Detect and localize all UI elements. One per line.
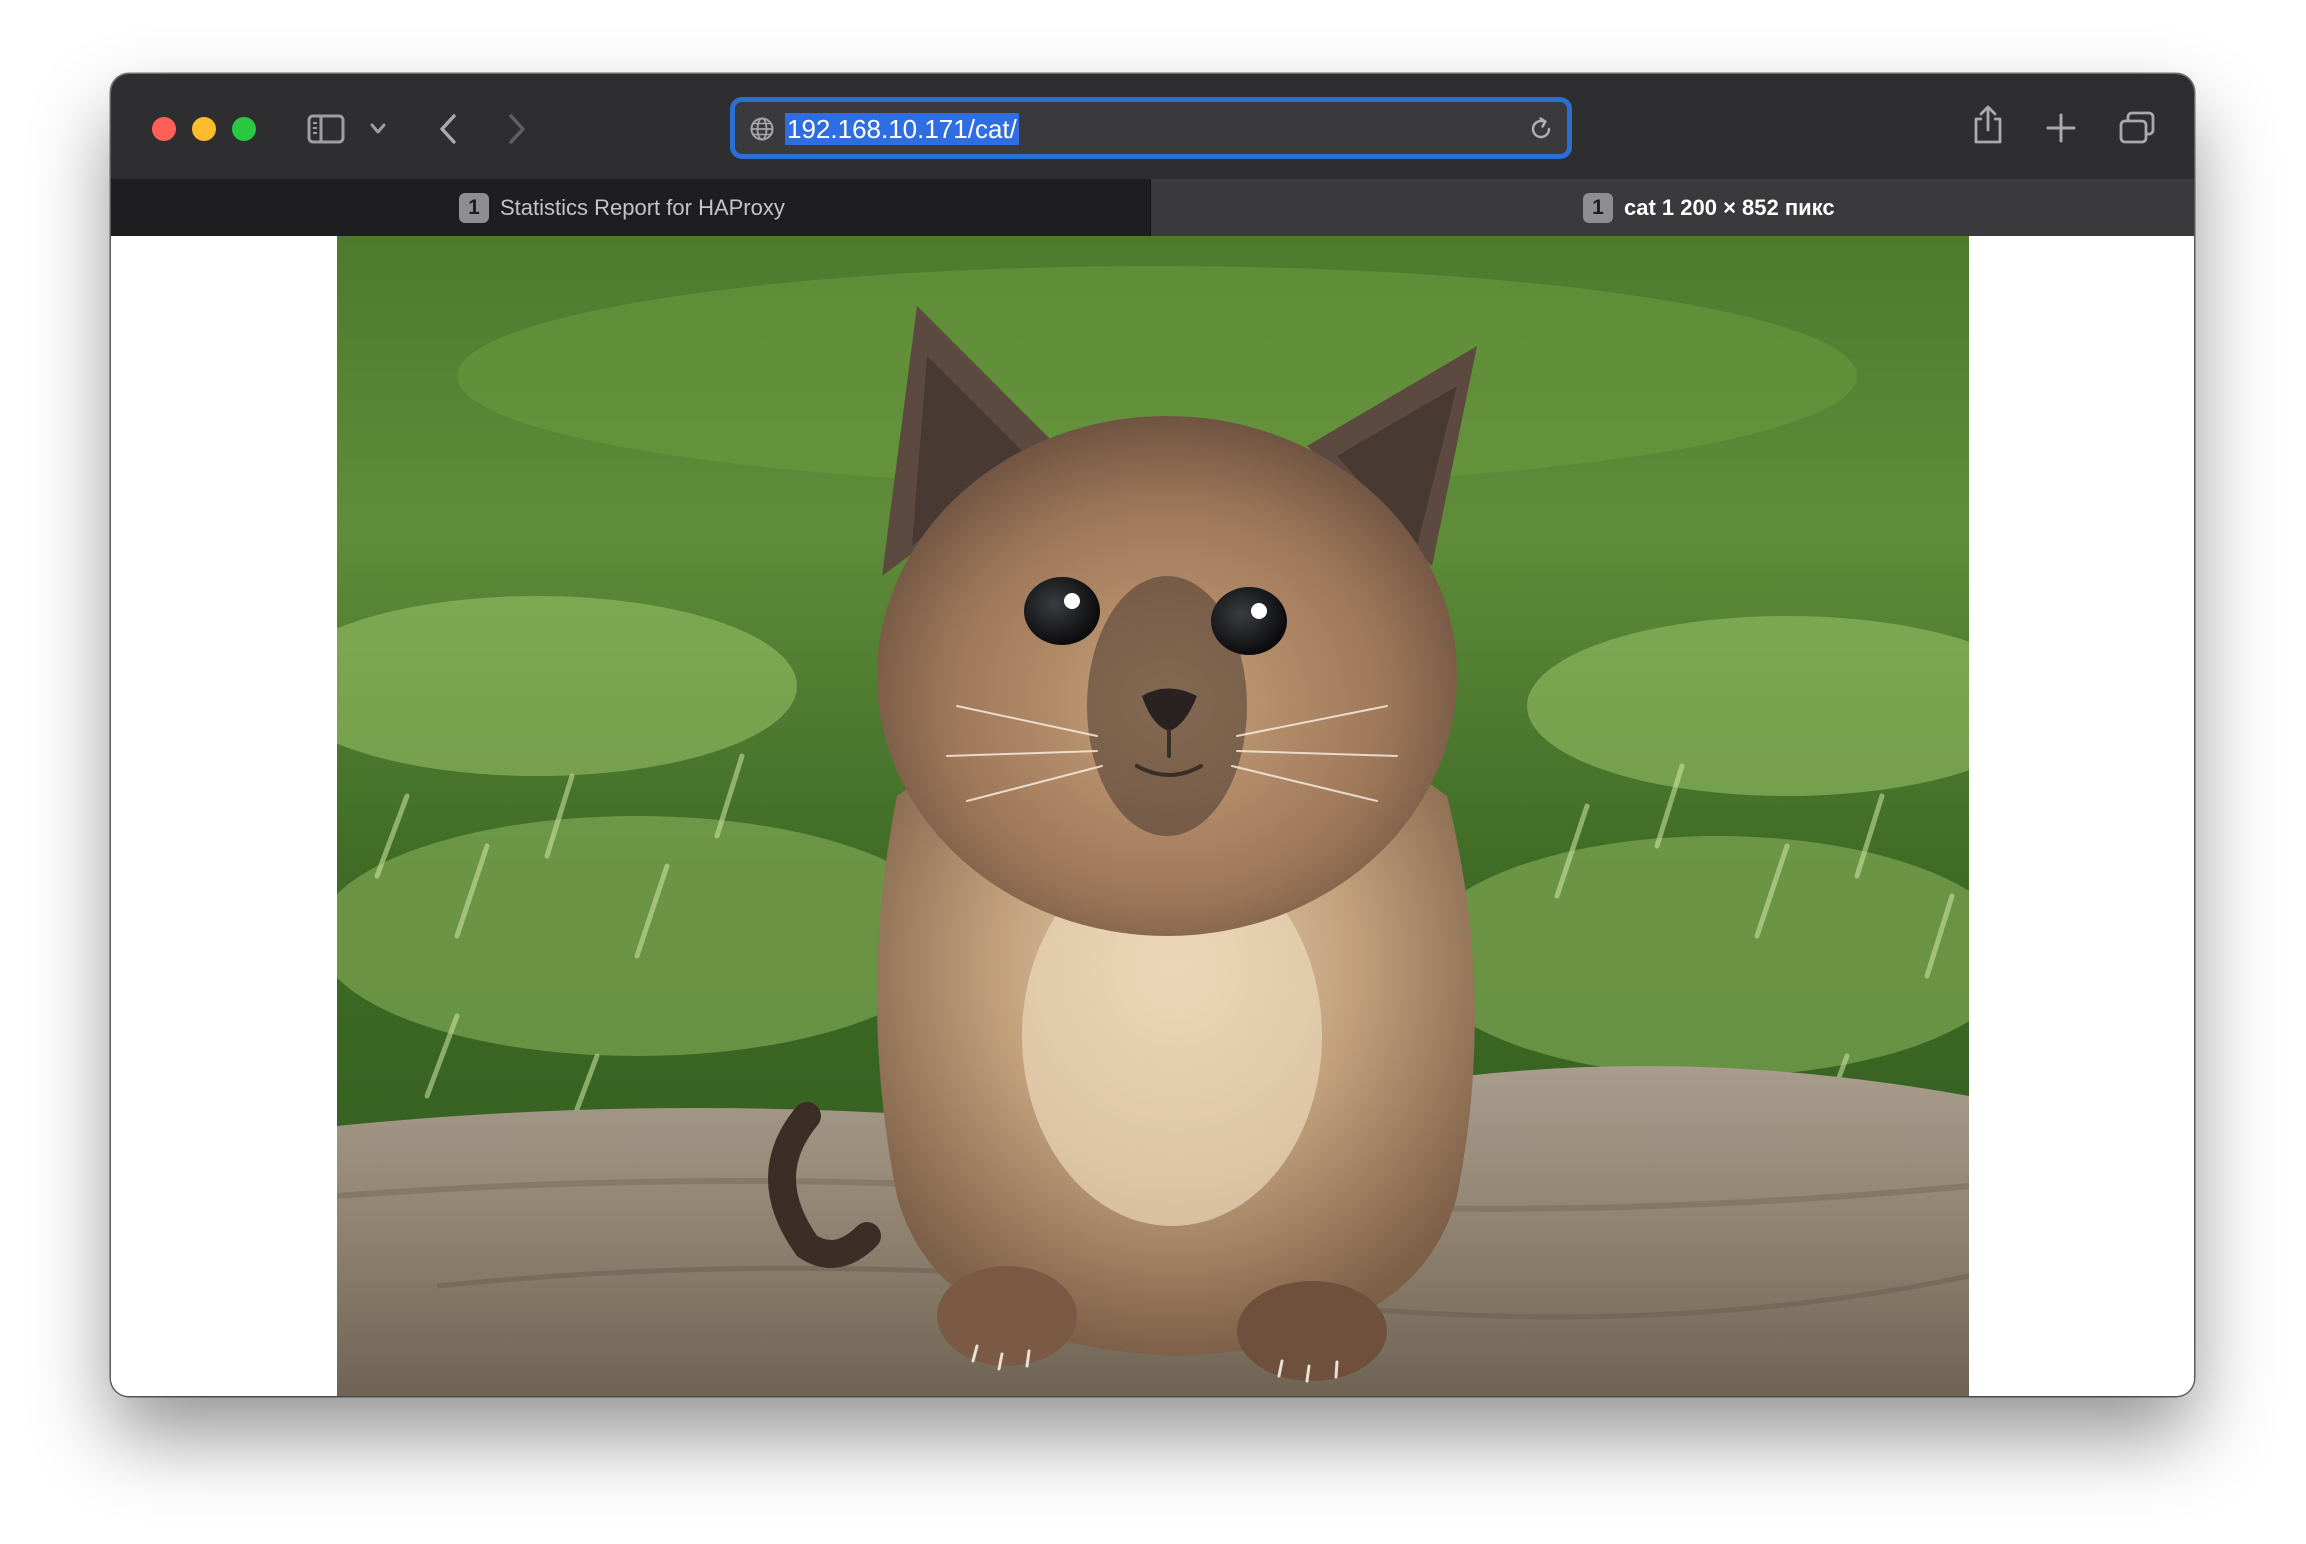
share-icon[interactable] [1971,104,2005,146]
tab-content: 1 cat 1 200 × 852 пикс [1583,179,1835,236]
chevron-down-icon[interactable] [369,122,387,136]
toolbar: 192.168.10.171/cat/ [111,74,2194,179]
tab-bar: 1 Statistics Report for HAProxy 1 cat 1 … [111,179,2194,236]
page-content [111,236,2194,1396]
tab-title: cat 1 200 × 852 пикс [1624,194,1835,220]
chevron-left-icon[interactable] [437,112,459,146]
globe-icon [750,117,774,141]
chevron-right-icon[interactable] [506,112,528,146]
tab-cat-image[interactable]: 1 cat 1 200 × 852 пикс [1151,179,2194,236]
tab-overview-icon[interactable] [2118,110,2156,146]
url-text[interactable]: 192.168.10.171/cat/ [785,113,1019,145]
plus-icon[interactable] [2045,112,2077,144]
reload-icon[interactable] [1527,115,1555,143]
close-window-button[interactable] [152,117,176,141]
tab-content: 1 Statistics Report for HAProxy [459,179,785,236]
tab-badge: 1 [459,192,489,223]
kitten-photo [337,236,1969,1396]
address-bar[interactable]: 192.168.10.171/cat/ [730,97,1572,159]
tab-title: Statistics Report for HAProxy [500,194,785,220]
zoom-window-button[interactable] [232,117,256,141]
browser-window: 192.168.10.171/cat/ 1 Statistics Report … [111,74,2194,1396]
minimize-window-button[interactable] [192,117,216,141]
tab-badge: 1 [1583,192,1613,223]
sidebar-icon[interactable] [307,114,345,144]
tab-haproxy-stats[interactable]: 1 Statistics Report for HAProxy [111,179,1151,236]
